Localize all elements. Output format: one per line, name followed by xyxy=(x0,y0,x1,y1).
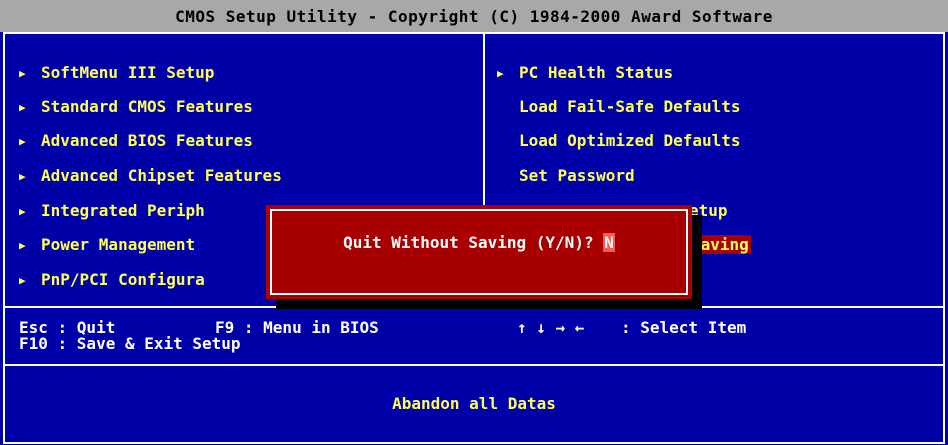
menu-power-management[interactable]: ▶ Power Management xyxy=(19,233,195,257)
menu-pc-health[interactable]: ▶ PC Health Status xyxy=(497,61,673,85)
arrow-right-icon: ▶ xyxy=(19,100,26,114)
arrow-right-icon: ▶ xyxy=(19,273,26,287)
arrow-right-icon: ▶ xyxy=(19,66,26,80)
menu-load-optimized[interactable]: Load Optimized Defaults xyxy=(519,129,741,153)
menu-integrated-peripherals[interactable]: ▶ Integrated Periph xyxy=(19,199,205,223)
menu-set-password[interactable]: Set Password xyxy=(519,164,635,188)
arrow-right-icon: ▶ xyxy=(19,134,26,148)
help-f10: F10 : Save & Exit Setup xyxy=(19,334,241,353)
dialog-border xyxy=(270,209,688,295)
arrow-right-icon: ▶ xyxy=(19,238,26,252)
menu-standard-cmos[interactable]: ▶ Standard CMOS Features xyxy=(19,95,253,119)
divider-bottom xyxy=(5,364,943,366)
quit-dialog: Quit Without Saving (Y/N)? N xyxy=(266,205,692,299)
menu-softmenu-setup[interactable]: ▶ SoftMenu III Setup xyxy=(19,61,214,85)
arrow-right-icon: ▶ xyxy=(19,169,26,183)
menu-pnp-pci[interactable]: ▶ PnP/PCI Configura xyxy=(19,268,205,292)
dialog-prompt: Quit Without Saving (Y/N)? N xyxy=(343,233,615,252)
item-description: Abandon all Datas xyxy=(392,394,556,413)
window-title: CMOS Setup Utility - Copyright (C) 1984-… xyxy=(0,0,948,32)
dialog-input[interactable]: N xyxy=(603,233,615,252)
arrow-right-icon: ▶ xyxy=(497,66,504,80)
menu-advanced-bios[interactable]: ▶ Advanced BIOS Features xyxy=(19,129,253,153)
help-arrow-keys: ↑ ↓ → ← xyxy=(517,318,585,337)
arrow-right-icon: ▶ xyxy=(19,204,26,218)
menu-advanced-chipset[interactable]: ▶ Advanced Chipset Features xyxy=(19,164,282,188)
help-select-item: : Select Item xyxy=(621,318,747,337)
menu-load-failsafe[interactable]: Load Fail-Safe Defaults xyxy=(519,95,741,119)
